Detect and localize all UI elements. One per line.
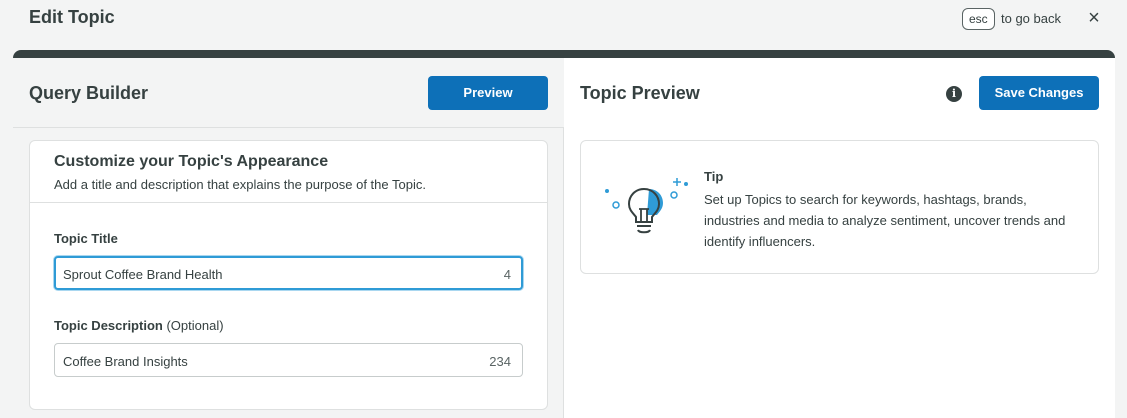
info-icon[interactable]: i [946,86,962,102]
optional-tag: (Optional) [166,318,224,333]
topic-description-value: Coffee Brand Insights [63,354,188,369]
topic-title-input[interactable]: Sprout Coffee Brand Health 4 [54,256,523,290]
lightbulb-icon [605,178,688,234]
topic-preview-header: Topic Preview i Save Changes [564,58,1115,128]
topic-title-label: Topic Title [54,231,118,246]
query-builder-title: Query Builder [29,83,149,103]
esc-hint-text: to go back [1001,11,1061,26]
topic-description-char-count: 234 [489,354,511,369]
topic-preview-panel: Topic Preview i Save Changes Tip Set up … [564,58,1115,418]
appearance-card: Customize your Topic's Appearance Add a … [29,140,548,410]
query-builder-panel: Query Builder Preview Customize your Top… [13,58,564,418]
preview-button[interactable]: Preview [428,76,548,110]
topic-preview-title: Topic Preview [580,83,700,103]
save-changes-button[interactable]: Save Changes [979,76,1099,110]
page-title: Edit Topic [29,7,115,27]
topic-description-label-text: Topic Description [54,318,163,333]
topic-description-input[interactable]: Coffee Brand Insights 234 [54,343,523,377]
topic-description-label: Topic Description (Optional) [54,318,224,333]
topic-title-value: Sprout Coffee Brand Health [63,267,223,282]
query-builder-header: Query Builder Preview [13,58,564,128]
close-icon[interactable]: × [1085,8,1103,28]
esc-key-hint: esc [962,8,995,30]
topic-title-char-count: 4 [503,267,511,282]
tip-title: Tip [704,169,724,184]
appearance-card-header: Customize your Topic's Appearance Add a … [30,141,547,203]
appearance-card-title: Customize your Topic's Appearance [54,153,329,170]
tip-body: Set up Topics to search for keywords, ha… [704,192,1066,249]
top-bar: Edit Topic esc to go back × [0,0,1127,40]
appearance-card-subtitle: Add a title and description that explain… [54,177,426,192]
tip-card: Tip Set up Topics to search for keywords… [580,140,1099,274]
